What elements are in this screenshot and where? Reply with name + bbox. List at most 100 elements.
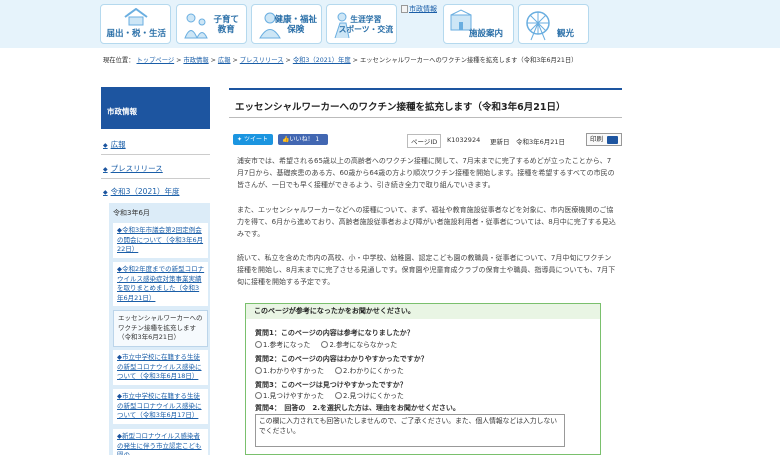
sidebar-item[interactable]: ◆令和3年市議会第2回定例会の開会について（令和3年6月22日） (113, 223, 208, 258)
radio-button[interactable] (335, 392, 343, 399)
nav-label-learning: 生涯学習 スポーツ・交流 (338, 15, 393, 34)
sidebar-item-current: エッセンシャルワーカーへのワクチン接種を拡充します（令和3年6月21日） (113, 310, 208, 347)
sidebar-title: 市政情報 (107, 107, 137, 116)
sidebar-item[interactable]: ◆令和2年度までの新型コロナウイルス感染症対策事業実績を取りまとめました（令和3… (113, 262, 208, 306)
nav-tile-life[interactable]: 届出・税・生活 (100, 4, 171, 44)
q2-option-2[interactable]: 2.わかりにくかった (335, 367, 404, 375)
sidebar-item-label: 令和3年市議会第2回定例会の開会について（令和3年6月22日） (117, 226, 204, 253)
option-label: 1.見つけやすかった (263, 392, 324, 400)
updated-value: 令和3年6月21日 (516, 138, 566, 146)
like-label: いいね！ 1 (289, 136, 320, 143)
article-paragraph: 浦安市では、希望される65歳以上の高齢者へのワクチン接種に関して、7月末までに完… (237, 157, 615, 189)
radio-button[interactable] (321, 341, 329, 348)
tweet-label: ツイート (243, 136, 268, 143)
sidebar-item[interactable]: ◆新型コロナウイルス感染者の発生に伴う市立認定こども園の (113, 429, 208, 455)
breadcrumb: 現在位置： トップページ > 市政情報 > 広報 > プレスリリース > 令和3… (103, 56, 608, 66)
nav-label-health: 健康・福祉 保険 (274, 15, 317, 35)
tweet-button[interactable]: ✦ ツイート (233, 134, 273, 145)
breadcrumb-separator: > (208, 57, 218, 64)
q2-option-1[interactable]: 1.わかりやすかった (255, 367, 324, 375)
breadcrumb-link-pr[interactable]: 広報 (218, 57, 231, 64)
divider (101, 178, 210, 179)
nav-tile-learning[interactable]: 生涯学習 スポーツ・交流 (326, 4, 397, 44)
nav-label-childcare: 子育て 教育 (213, 15, 239, 35)
q3-option-1[interactable]: 1.見つけやすかった (255, 392, 324, 400)
house-icon (124, 8, 148, 26)
sidebar-item-label: エッセンシャルワーカーへのワクチン接種を拡充します（令和3年6月21日） (118, 314, 203, 341)
sidebar-link-label: 令和3（2021）年度 (110, 187, 180, 196)
sidebar-sub-title: 令和3年6月 (113, 209, 150, 217)
nav-label-life: 届出・税・生活 (106, 29, 166, 39)
updated-date: 更新日 令和3年6月21日 (490, 136, 565, 146)
question-3: 質問3：このページは見つけやすかったですか？ (255, 381, 407, 389)
question-4: 質問4： 回答の 2.を選択した方は、理由をお聞かせください。 (255, 404, 460, 412)
question-3-options: 1.見つけやすかった 2.見つけにくかった (255, 390, 413, 400)
sidebar-item[interactable]: ◆市立中学校に在籍する生徒の新型コロナウイルス感染について（令和3年6月17日） (113, 389, 208, 424)
page-id-value: K1032924 (447, 136, 481, 144)
question-2-options: 1.わかりやすかった 2.わかりにくかった (255, 365, 413, 375)
question-2: 質問2：このページの内容はわかりやすかったですか？ (255, 355, 428, 363)
updated-label: 更新日 (490, 138, 510, 146)
q1-option-2[interactable]: 2.参考にならなかった (321, 341, 397, 349)
nav-tile-childcare[interactable]: 子育て 教育 (176, 4, 247, 44)
like-button[interactable]: 👍いいね！ 1 (278, 134, 328, 145)
sidebar-item-label: 市立中学校に在籍する生徒の新型コロナウイルス感染について（令和3年6月17日） (117, 392, 202, 419)
print-label: 印刷 (590, 135, 603, 143)
q3-option-2[interactable]: 2.見つけにくかった (335, 392, 404, 400)
breadcrumb-link-press[interactable]: プレスリリース (240, 57, 284, 64)
nav-label-tourism: 観光 (556, 29, 574, 39)
page-title: エッセンシャルワーカーへのワクチン接種を拡充します（令和3年6月21日） (235, 102, 566, 113)
breadcrumb-current: エッセンシャルワーカーへのワクチン接種を拡充します（令和3年6月21日） (359, 57, 578, 64)
radio-button[interactable] (335, 367, 343, 374)
bullet-icon: ◆ (103, 166, 108, 173)
radio-button[interactable] (255, 341, 262, 348)
broken-image-link[interactable]: 市政情報 (401, 4, 437, 14)
nav-tile-health[interactable]: 健康・福祉 保険 (251, 4, 322, 44)
sidebar-link-label: 広報 (110, 140, 126, 149)
option-label: 2.見つけにくかった (343, 392, 404, 400)
sidebar-header: 市政情報 (101, 87, 210, 129)
question-1: 質問1：このページの内容は参考になりましたか？ (255, 329, 414, 337)
option-label: 1.わかりやすかった (263, 367, 324, 375)
sidebar-item-label: 新型コロナウイルス感染者の発生に伴う市立認定こども園の (117, 432, 202, 455)
sidebar-item[interactable]: ◆市立中学校に在籍する生徒の新型コロナウイルス感染について（令和3年6月18日） (113, 350, 208, 385)
option-label: 1.参考になった (263, 341, 311, 349)
article-paragraph: また、エッセンシャルワーカーなどへの接種について、まず、福祉や教育施設従事者など… (237, 206, 616, 238)
option-label: 2.わかりにくかった (343, 367, 404, 375)
breadcrumb-separator: > (350, 57, 360, 64)
feedback-textarea[interactable]: この欄に入力されても回答いたしませんので、ご了承ください。また、個人情報などは入… (255, 414, 565, 447)
broken-image-alt: 市政情報 (409, 5, 437, 13)
radio-button[interactable] (255, 392, 262, 399)
nav-tile-facilities[interactable]: 施設案内 (443, 4, 514, 44)
family-icon (184, 13, 208, 39)
bullet-icon: ◆ (103, 142, 108, 149)
printer-icon (607, 136, 618, 144)
breadcrumb-link-year[interactable]: 令和3（2021）年度 (293, 57, 351, 64)
broken-image-icon (401, 5, 408, 13)
article-title-box: エッセンシャルワーカーへのワクチン接種を拡充します（令和3年6月21日） (229, 88, 622, 118)
bullet-icon: ◆ (103, 189, 108, 196)
feedback-title: このページが参考になったかをお聞かせください。 (246, 304, 600, 319)
print-button[interactable]: 印刷 (586, 133, 622, 146)
breadcrumb-separator: > (283, 57, 293, 64)
ferris-wheel-icon (526, 11, 550, 41)
sidebar-link-label: プレスリリース (110, 164, 163, 173)
sidebar-item-label: 市立中学校に在籍する生徒の新型コロナウイルス感染について（令和3年6月18日） (117, 353, 202, 380)
sidebar-link-press[interactable]: ◆ プレスリリース (103, 163, 163, 174)
sidebar-link-year[interactable]: ◆ 令和3（2021）年度 (103, 186, 179, 197)
article-paragraph: 続いて、私立を含めた市内の高校、小・中学校、幼稚園、認定こども園の教職員・従事者… (237, 254, 616, 286)
page-id-label: ページID (407, 134, 442, 148)
q1-option-1[interactable]: 1.参考になった (255, 341, 310, 349)
feedback-form: このページが参考になったかをお聞かせください。 質問1：このページの内容は参考に… (245, 303, 601, 455)
sidebar-link-pr[interactable]: ◆ 広報 (103, 139, 126, 150)
global-header: 届出・税・生活 子育て 教育 健康・福祉 保険 生涯学習 スポーツ・交流 市政情報 施… (0, 0, 780, 48)
breadcrumb-link-city-info[interactable]: 市政情報 (183, 57, 208, 64)
radio-button[interactable] (255, 367, 262, 374)
option-label: 2.参考にならなかった (329, 341, 398, 349)
building-icon (450, 9, 472, 31)
question-1-options: 1.参考になった 2.参考にならなかった (255, 339, 406, 349)
nav-tile-tourism[interactable]: 観光 (518, 4, 589, 44)
sidebar-item-label: 令和2年度までの新型コロナウイルス感染症対策事業実績を取りまとめました（令和3年… (117, 265, 205, 302)
breadcrumb-link-top[interactable]: トップページ (137, 57, 175, 64)
nav-label-facilities: 施設案内 (468, 29, 503, 39)
